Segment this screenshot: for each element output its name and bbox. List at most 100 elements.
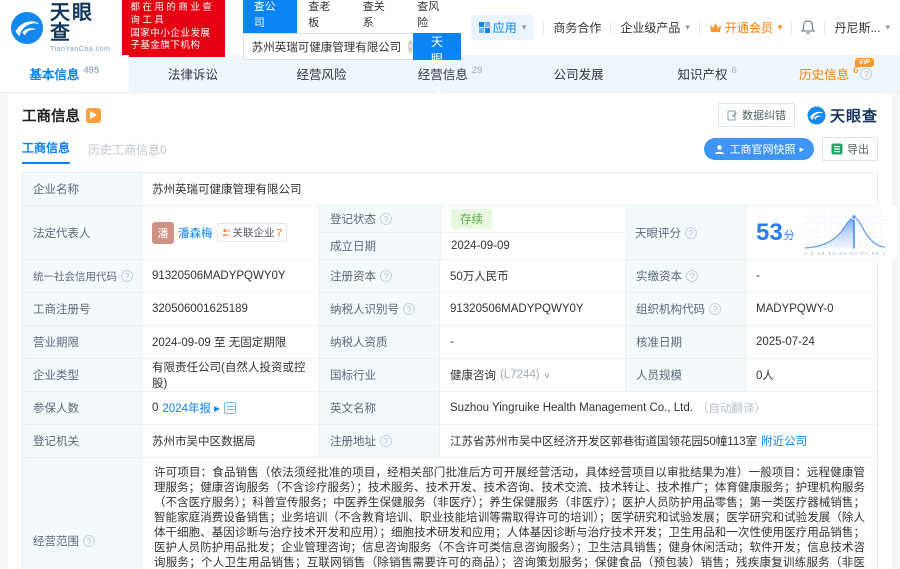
nav-tab-label: 经营信息 xyxy=(417,68,468,82)
tax-id-value: 91320506MADYPQWY0Y xyxy=(439,293,625,325)
field-label: 企业名称 xyxy=(23,173,141,205)
divider xyxy=(610,21,612,34)
vip-menu[interactable]: 开通会员 xyxy=(709,19,783,36)
apps-menu[interactable]: 应用 xyxy=(470,15,535,40)
subtab-history-info[interactable]: 历史工商信息0 xyxy=(88,141,167,164)
business-info-card: 工商信息 数据纠错 天眼查 工商信息 历史工商信息0 工商官网快照 ▸ 导出 企… xyxy=(8,93,897,569)
help-icon[interactable] xyxy=(121,270,133,282)
table-row: 企业类型 有限责任公司(自然人投资或控股) 国标行业 健康咨询 (L7244) … xyxy=(23,358,877,391)
announcement-icon[interactable] xyxy=(86,107,101,123)
field-label-text: 经营范围 xyxy=(33,536,79,548)
help-icon[interactable] xyxy=(380,435,392,447)
industry-value: 健康咨询 xyxy=(450,370,496,382)
bell-icon[interactable] xyxy=(801,20,816,35)
field-label: 注册资本 xyxy=(319,260,439,292)
field-label: 工商注册号 xyxy=(23,293,141,325)
field-label: 登记机关 xyxy=(23,425,141,457)
field-label: 纳税人资质 xyxy=(319,326,439,358)
auto-translate-note: （自动翻译） xyxy=(696,403,766,415)
official-snapshot-button[interactable]: 工商官网快照 xyxy=(704,138,814,160)
search-tab-relation[interactable]: 查关系 xyxy=(352,0,407,33)
english-name-cell: Suzhou Yingruike Health Management Co., … xyxy=(439,392,877,424)
logo-icon xyxy=(10,11,44,44)
english-name-value: Suzhou Yingruike Health Management Co., … xyxy=(450,402,693,414)
data-correction-button[interactable]: 数据纠错 xyxy=(717,103,795,127)
nav-tab-label: 法律诉讼 xyxy=(167,68,218,82)
table-row: 企业名称 苏州英瑞可健康管理有限公司 xyxy=(23,173,877,205)
clear-icon[interactable] xyxy=(407,40,414,53)
nav-tab-count: 6 xyxy=(853,65,859,76)
slogan-line1: 都在用的商业查询工具 xyxy=(130,1,215,26)
field-label: 纳税人识别号 xyxy=(319,293,439,325)
slogan-badge: 都在用的商业查询工具 国家中小企业发展子基金旗下机构 xyxy=(122,0,225,58)
export-button[interactable]: 导出 xyxy=(822,137,878,161)
score-cell[interactable]: 53 分 1 5 10 50 60 80 97 99 1 xyxy=(745,206,897,259)
tab-history-info[interactable]: VIP 历史信息 6 xyxy=(771,55,900,92)
nearby-companies-link[interactable]: 附近公司 xyxy=(761,433,807,449)
nav-tab-count: 495 xyxy=(83,65,100,76)
help-icon[interactable] xyxy=(380,213,392,225)
enterprise-menu[interactable]: 企业级产品 xyxy=(620,19,690,36)
tab-intellectual-property[interactable]: 知识产权 6 xyxy=(643,55,772,92)
help-icon[interactable] xyxy=(83,535,95,547)
official-snapshot-label: 工商官网快照 xyxy=(729,144,796,156)
insured-value: 0 xyxy=(152,402,159,414)
nav-tab-label: 历史信息 xyxy=(799,68,850,82)
user-name: 丹尼斯... xyxy=(834,21,881,35)
field-label: 参保人数 xyxy=(23,392,141,424)
snapshot-icon xyxy=(715,144,725,154)
help-icon[interactable] xyxy=(709,303,721,315)
crown-icon xyxy=(709,23,721,32)
user-menu[interactable]: 丹尼斯... xyxy=(834,19,890,36)
divider xyxy=(698,21,700,34)
tab-legal-proceedings[interactable]: 法律诉讼 xyxy=(129,55,258,92)
field-label-text: 注册资本 xyxy=(330,271,376,283)
avatar[interactable]: 潘 xyxy=(152,221,174,244)
cooperation-menu[interactable]: 商务合作 xyxy=(553,19,601,36)
annual-report-link[interactable]: 2024年报 ▸ xyxy=(162,400,220,416)
report-icon[interactable] xyxy=(223,402,236,414)
status-date-block: 登记状态 存续 成立日期 2024-09-09 xyxy=(319,206,625,259)
nav-tab-label: 公司发展 xyxy=(553,68,604,82)
field-label-text: 实缴资本 xyxy=(636,271,682,283)
search-tab-boss[interactable]: 查老板 xyxy=(297,0,352,33)
search-tab-risk[interactable]: 查风险 xyxy=(406,0,461,33)
help-icon[interactable] xyxy=(380,270,392,282)
apps-label: 应用 xyxy=(492,21,517,35)
reg-status-cell: 存续 xyxy=(440,206,625,232)
help-icon[interactable] xyxy=(685,226,697,239)
search-tabs: 查公司 查老板 查关系 查风险 xyxy=(242,0,461,33)
tab-company-development[interactable]: 公司发展 xyxy=(514,55,643,92)
apps-grid-icon xyxy=(478,22,490,33)
vip-label: 开通会员 xyxy=(724,21,773,35)
help-icon[interactable] xyxy=(403,303,415,315)
industry-cell: 健康咨询 (L7244) ∨ xyxy=(439,359,625,391)
tab-basic-info[interactable]: 基本信息 495 xyxy=(0,55,129,92)
subtab-current-info[interactable]: 工商信息 xyxy=(22,139,71,164)
authority-value: 苏州市吴中区数据局 xyxy=(141,425,319,457)
tab-operational-risk[interactable]: 经营风险 xyxy=(257,55,386,92)
table-row: 营业期限 2024-09-09 至 无固定期限 纳税人资质 - 核准日期 202… xyxy=(23,325,877,358)
legal-rep-link[interactable]: 潘森梅 xyxy=(178,225,213,241)
top-header: 天眼查 TianYanCha.com 都在用的商业查询工具 国家中小企业发展子基… xyxy=(0,0,900,100)
field-label: 注册地址 xyxy=(319,425,439,457)
related-companies-count: 7 xyxy=(276,226,283,239)
score-value: 53 xyxy=(756,218,783,246)
related-companies-label: 关联企业 xyxy=(232,227,275,239)
search-area: 查公司 查老板 查关系 查风险 天眼一下 xyxy=(242,0,461,100)
search-tab-company[interactable]: 查公司 xyxy=(242,0,298,33)
tianyancha-logo[interactable]: 天眼查 TianYanCha.com xyxy=(10,3,112,53)
table-row: 法定代表人 潘 潘森梅 关联企业 7 登记状态 ? 存续 成立日期 2024-0… xyxy=(23,205,897,259)
reg-no-value: 320506001625189 xyxy=(141,293,319,325)
chevron-down-icon[interactable]: ∨ xyxy=(544,370,551,381)
help-icon[interactable] xyxy=(860,67,873,80)
org-code-value: MADYPQWY-0 xyxy=(745,293,877,325)
tab-business-info[interactable]: 经营信息 29 xyxy=(386,55,515,92)
export-label: 导出 xyxy=(847,144,869,156)
help-icon[interactable] xyxy=(686,270,698,282)
related-companies-tag[interactable]: 关联企业 7 xyxy=(216,223,288,242)
field-label: 营业期限 xyxy=(23,326,141,358)
field-label: 核准日期 xyxy=(625,326,745,358)
business-scope-value: 许可项目：食品销售（依法须经批准的项目，经相关部门批准后方可开展经营活动，具体经… xyxy=(141,458,877,569)
table-row: 登记机关 苏州市吴中区数据局 注册地址 江苏省苏州市吴中区经济开发区郭巷街道国领… xyxy=(23,424,877,457)
